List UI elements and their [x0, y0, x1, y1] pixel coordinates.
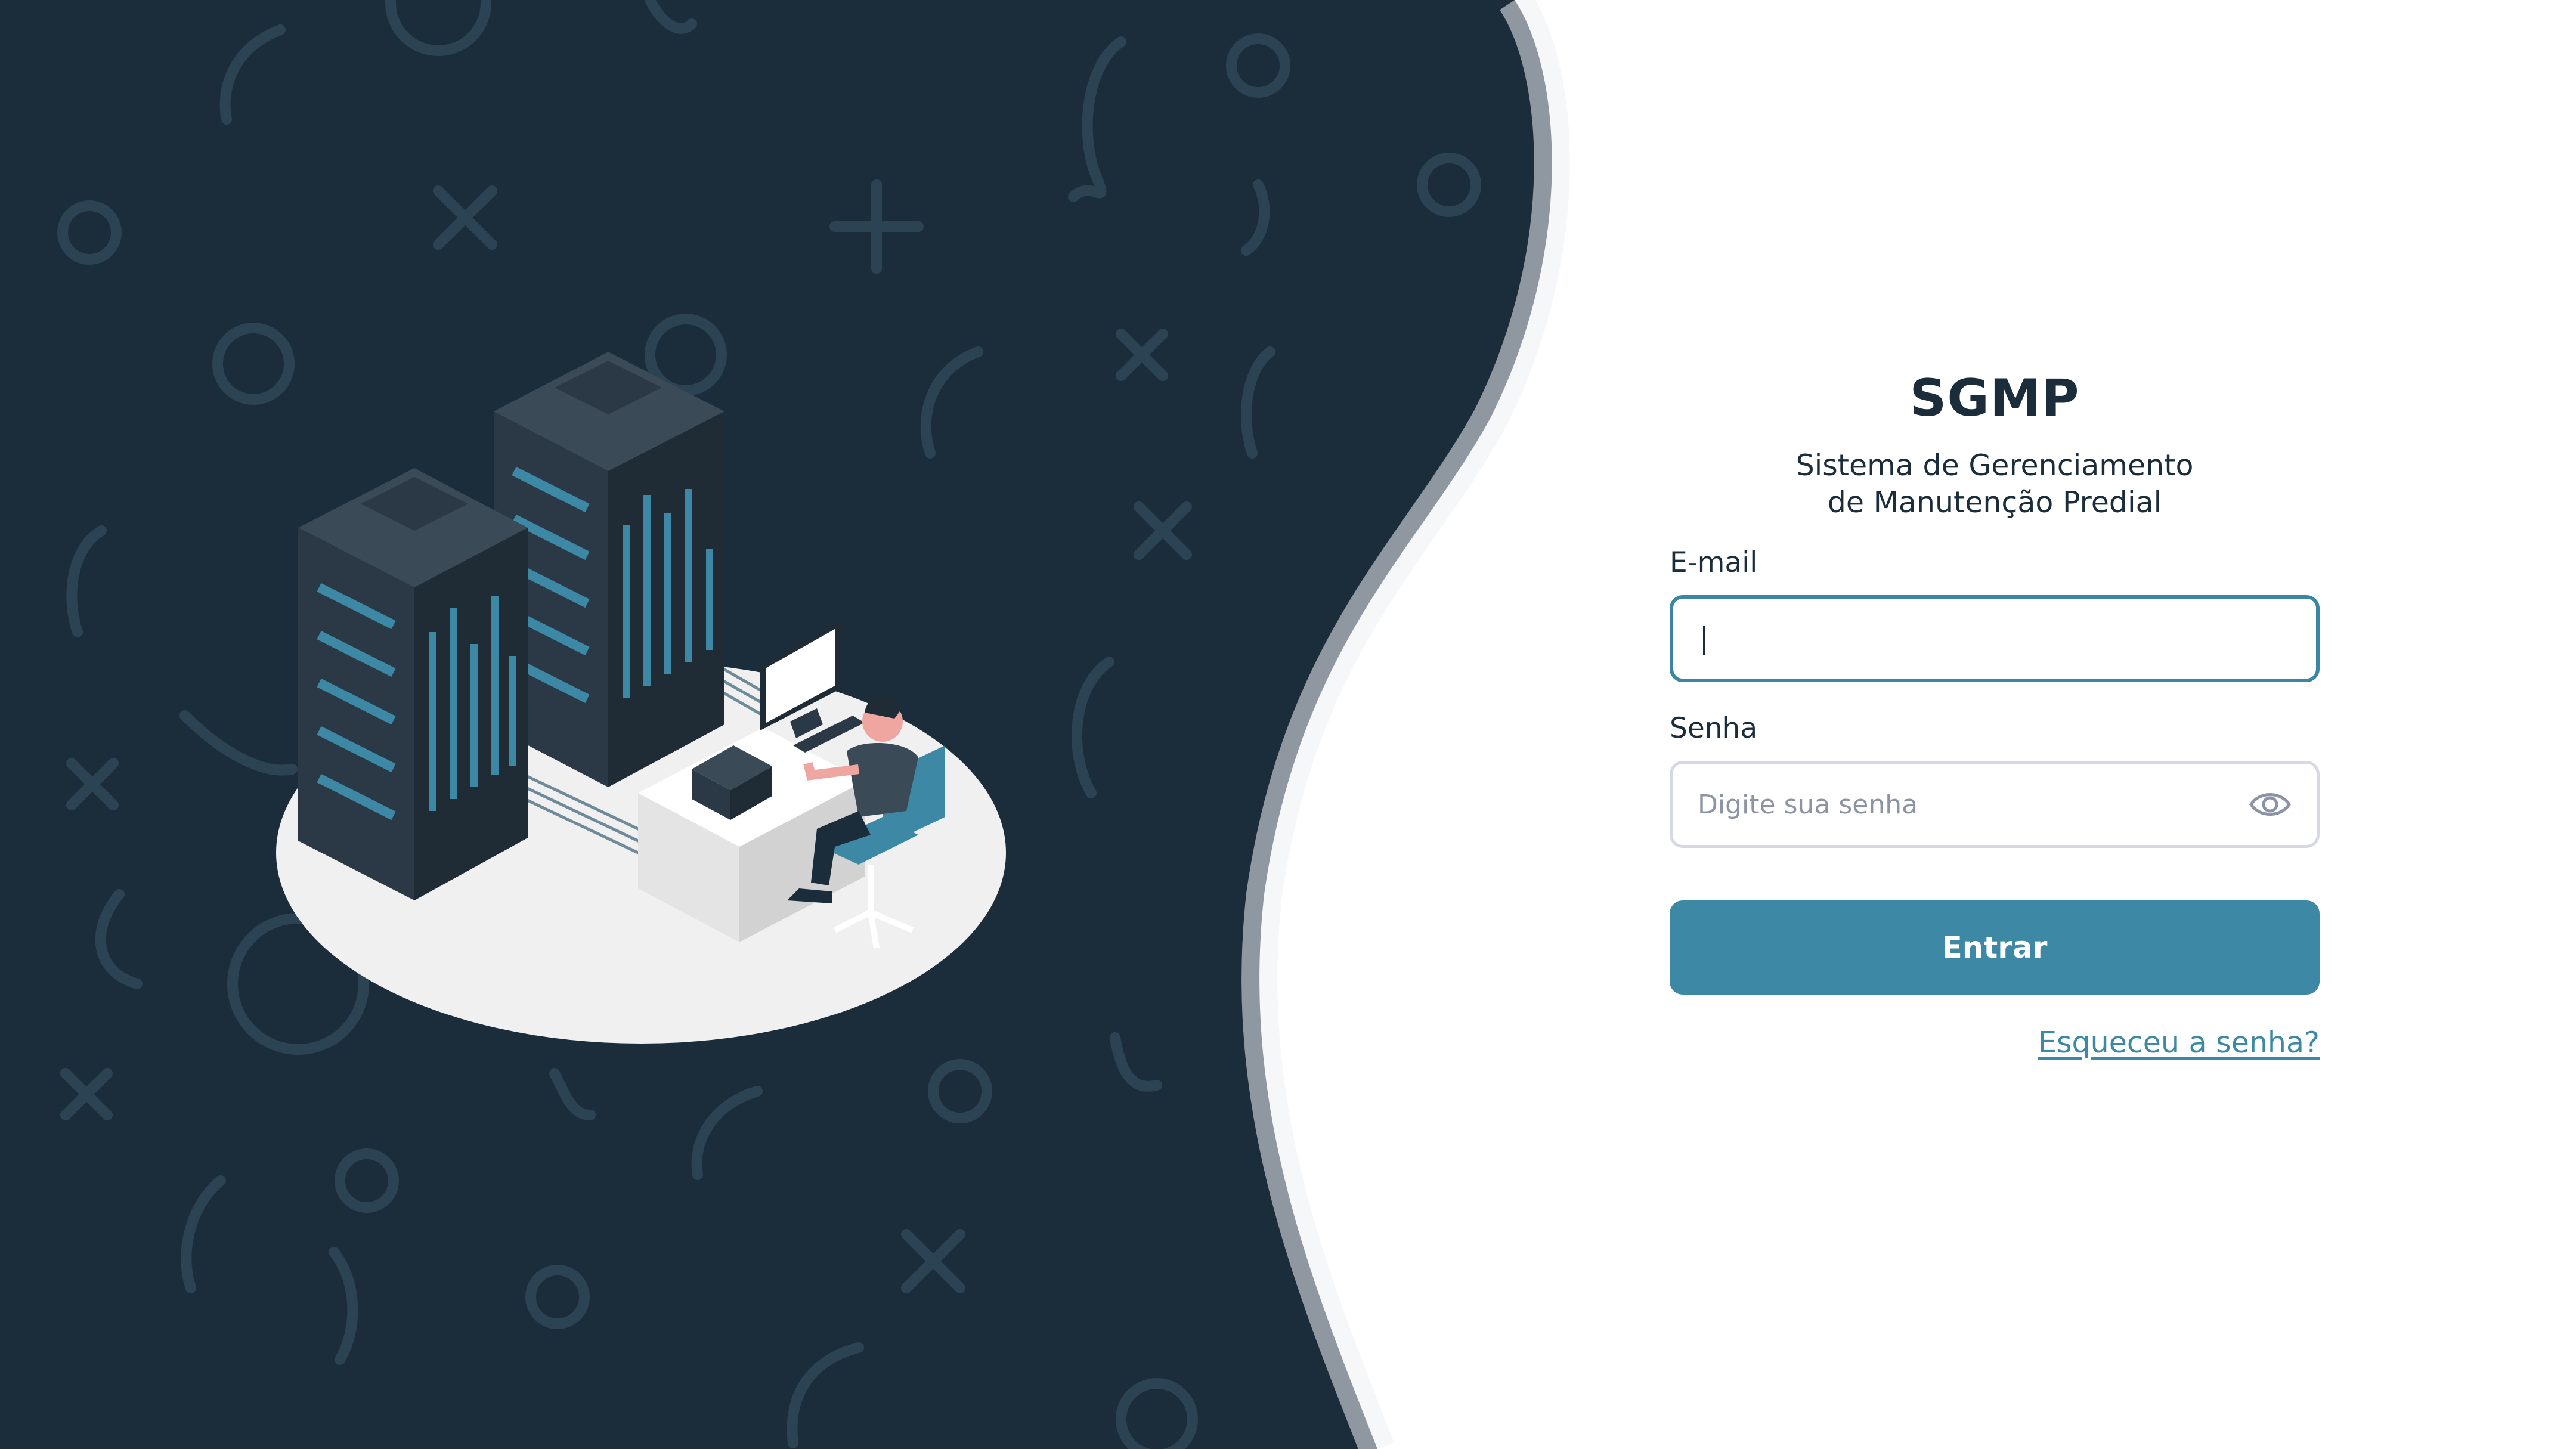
email-field[interactable] [1670, 595, 2320, 682]
email-input[interactable] [1698, 599, 2223, 679]
app-subtitle-line1: Sistema de Gerenciamento [1795, 448, 2194, 482]
password-input[interactable] [1698, 764, 2222, 845]
eye-icon-graphic [2249, 793, 2291, 816]
text-caret [1703, 626, 1705, 655]
eye-icon[interactable] [2249, 787, 2292, 822]
forgot-password-link[interactable]: Esqueceu a senha? [2038, 1026, 2320, 1060]
forgot-row: Esqueceu a senha? [1670, 1026, 2320, 1060]
login-form: SGMP Sistema de Gerenciamento de Manuten… [1670, 358, 2320, 1060]
login-button[interactable]: Entrar [1670, 900, 2320, 995]
app-title: SGMP [1909, 369, 2080, 428]
app-subtitle: Sistema de Gerenciamento de Manutenção P… [1670, 447, 2320, 521]
login-screen: SGMP Sistema de Gerenciamento de Manuten… [0, 0, 2576, 1449]
app-subtitle-line2: de Manutenção Predial [1827, 485, 2162, 519]
password-field[interactable] [1670, 761, 2320, 848]
server-rack-back [494, 352, 724, 787]
password-label: Senha [1670, 712, 1758, 745]
email-label: E-mail [1670, 546, 1758, 579]
server-rack-front [298, 468, 528, 900]
